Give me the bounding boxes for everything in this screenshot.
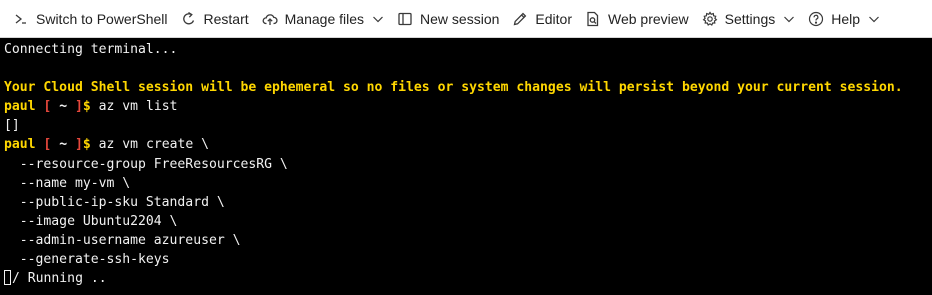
new-session-icon: [396, 10, 414, 28]
command-argument: --image Ubuntu2204 \: [4, 213, 178, 229]
new-session-button[interactable]: New session: [390, 0, 505, 37]
running-status: / Running ..: [12, 271, 107, 287]
prompt-user: paul: [4, 99, 36, 115]
chevron-down-icon: [868, 13, 880, 25]
prompt-bracket-close: ]: [67, 137, 83, 153]
command-output: []: [4, 118, 20, 134]
manage-files-button[interactable]: Manage files: [255, 0, 390, 37]
web-preview-button[interactable]: Web preview: [578, 0, 695, 37]
prompt-bracket-open: [: [35, 99, 60, 115]
gear-icon: [701, 10, 719, 28]
terminal-switch-icon: [12, 10, 30, 28]
prompt-user: paul: [4, 137, 36, 153]
prompt-dollar: $: [82, 99, 91, 115]
command-argument: --resource-group FreeResourcesRG \: [4, 156, 288, 172]
cloud-shell-toolbar: Switch to PowerShell Restart Manage file…: [0, 0, 932, 38]
manage-files-label: Manage files: [284, 10, 365, 27]
new-session-label: New session: [420, 10, 500, 27]
web-preview-icon: [584, 10, 602, 28]
settings-button[interactable]: Settings: [695, 0, 802, 37]
restart-button[interactable]: Restart: [174, 0, 255, 37]
command-argument: --admin-username azureuser \: [4, 232, 241, 248]
connecting-line: Connecting terminal...: [4, 42, 178, 57]
command-text: az vm list: [90, 99, 178, 115]
terminal-cursor: [4, 270, 11, 286]
chevron-down-icon: [372, 13, 384, 25]
command-text: az vm create \: [90, 137, 210, 153]
prompt-bracket-close: ]: [67, 99, 83, 115]
pencil-icon: [511, 10, 529, 28]
web-preview-label: Web preview: [607, 10, 689, 27]
cloud-upload-icon: [261, 10, 279, 28]
prompt-directory: ~: [59, 137, 68, 153]
switch-to-powershell-label: Switch to PowerShell: [36, 10, 168, 27]
help-label: Help: [831, 10, 861, 27]
command-line: paul [ ~ ]$ az vm create \: [4, 135, 932, 154]
prompt-directory: ~: [59, 99, 68, 115]
command-argument: --public-ip-sku Standard \: [4, 194, 225, 210]
help-button[interactable]: Help: [801, 0, 886, 37]
settings-label: Settings: [724, 10, 776, 27]
switch-to-powershell-button[interactable]: Switch to PowerShell: [6, 0, 174, 37]
prompt-bracket-open: [: [35, 137, 60, 153]
prompt-dollar: $: [82, 137, 91, 153]
help-icon: [807, 10, 825, 28]
ephemeral-warning: Your Cloud Shell session will be ephemer…: [4, 80, 903, 96]
command-line: paul [ ~ ]$ az vm list: [4, 97, 932, 116]
restart-icon: [180, 10, 198, 28]
status-line: / Running ..: [4, 269, 932, 288]
restart-label: Restart: [203, 10, 249, 27]
command-argument: --generate-ssh-keys: [4, 252, 170, 268]
editor-button[interactable]: Editor: [505, 0, 578, 37]
editor-label: Editor: [535, 10, 572, 27]
terminal-output[interactable]: Connecting terminal... Your Cloud Shell …: [0, 38, 932, 295]
chevron-down-icon: [783, 13, 795, 25]
command-argument: --name my-vm \: [4, 175, 131, 191]
